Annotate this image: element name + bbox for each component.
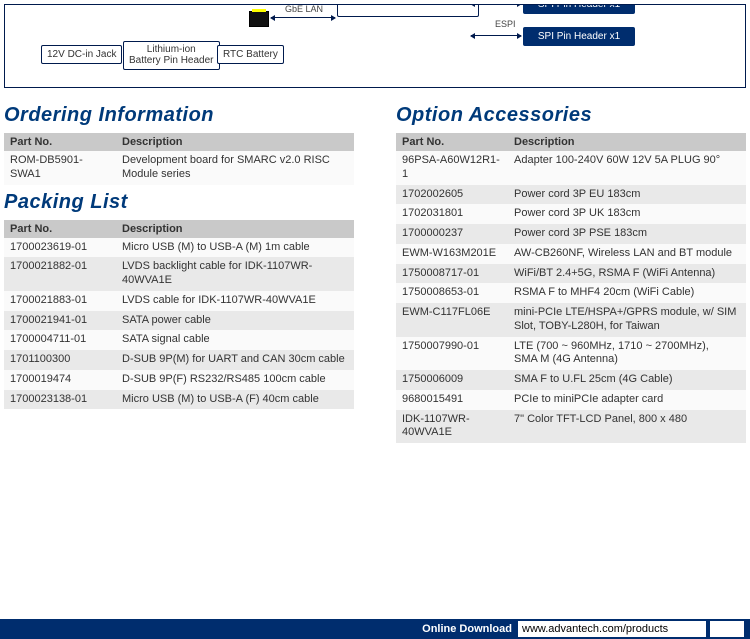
cell-part: 1702031801 [396,204,508,224]
cell-desc: SMA F to U.FL 25cm (4G Cable) [508,370,746,390]
table-row: 1750008717-01WiFi/BT 2.4+5G, RSMA F (WiF… [396,264,746,284]
cell-part: 1750007990-01 [396,337,508,371]
col-description: Description [116,220,354,238]
block-diagram-fragment: SPI Pin Header x1 SPI Pin Header x1 ESPI… [4,4,746,88]
option-accessories-table: Part No. Description 96PSA-A60W12R1-1Ada… [396,133,746,443]
diagram-12v-jack: 12V DC-in Jack [41,45,122,64]
cell-part: 1700023619-01 [4,238,116,258]
cell-desc: D-SUB 9P(M) for UART and CAN 30cm cable [116,350,354,370]
table-row: 1702031801Power cord 3P UK 183cm [396,204,746,224]
cell-desc: SATA signal cable [116,330,354,350]
cell-desc: RSMA F to MHF4 20cm (WiFi Cable) [508,283,746,303]
col-part-no: Part No. [4,133,116,151]
table-row: 9680015491PCIe to miniPCIe adapter card [396,390,746,410]
cell-part: 1750008717-01 [396,264,508,284]
ordering-info-table: Part No. Description ROM-DB5901-SWA1 Dev… [4,133,354,185]
col-description: Description [116,133,354,151]
table-row: 1700021883-01LVDS cable for IDK-1107WR-4… [4,291,354,311]
table-row: 1700023619-01Micro USB (M) to USB-A (M) … [4,238,354,258]
cell-desc: Micro USB (M) to USB-A (M) 1m cable [116,238,354,258]
cell-part: 96PSA-A60W12R1-1 [396,151,508,185]
table-header-row: Part No. Description [396,133,746,151]
cell-desc: Power cord 3P PSE 183cm [508,224,746,244]
cell-part: 1700021882-01 [4,257,116,291]
cell-desc: Power cord 3P UK 183cm [508,204,746,224]
cell-desc: SATA power cable [116,311,354,331]
cell-desc: Power cord 3P EU 183cm [508,185,746,205]
diagram-gbe-label: GbE LAN [285,4,323,14]
diagram-rtc-battery: RTC Battery [217,45,284,64]
cell-part: EWM-C117FL06E [396,303,508,337]
table-row: 1700004711-01SATA signal cable [4,330,354,350]
online-download-url[interactable]: www.advantech.com/products [518,621,706,637]
cell-part: 1700023138-01 [4,390,116,410]
packing-list-table: Part No. Description 1700023619-01Micro … [4,220,354,410]
diagram-espi-label: ESPI [495,19,516,29]
footer-spacer [710,621,744,637]
footer-download-bar: Online Download www.advantech.com/produc… [0,619,750,639]
table-row: IDK-1107WR-40WVA1E7" Color TFT-LCD Panel… [396,410,746,444]
diagram-lion-header: Lithium-ion Battery Pin Header [123,41,220,70]
cell-part: 1700019474 [4,370,116,390]
table-row: 1700019474D-SUB 9P(F) RS232/RS485 100cm … [4,370,354,390]
table-row: 96PSA-A60W12R1-1Adapter 100-240V 60W 12V… [396,151,746,185]
cell-desc: mini-PCIe LTE/HSPA+/GPRS module, w/ SIM … [508,303,746,337]
cell-desc: AW-CB260NF, Wireless LAN and BT module [508,244,746,264]
cell-part: IDK-1107WR-40WVA1E [396,410,508,444]
cell-desc: 7" Color TFT-LCD Panel, 800 x 480 [508,410,746,444]
option-accessories-heading: Option Accessories [396,104,746,127]
cell-desc: Development board for SMARC v2.0 RISC Mo… [116,151,354,185]
cell-desc: LVDS cable for IDK-1107WR-40WVA1E [116,291,354,311]
cell-desc: Adapter 100-240V 60W 12V 5A PLUG 90° [508,151,746,185]
col-part-no: Part No. [396,133,508,151]
cell-part: ROM-DB5901-SWA1 [4,151,116,185]
table-row: 1700021882-01LVDS backlight cable for ID… [4,257,354,291]
cell-part: 1700000237 [396,224,508,244]
cell-part: 1702002605 [396,185,508,205]
table-row: EWM-W163M201EAW-CB260NF, Wireless LAN an… [396,244,746,264]
cell-part: 1700004711-01 [4,330,116,350]
cell-desc: WiFi/BT 2.4+5G, RSMA F (WiFi Antenna) [508,264,746,284]
cell-desc: Micro USB (M) to USB-A (F) 40cm cable [116,390,354,410]
table-row: 1700000237Power cord 3P PSE 183cm [396,224,746,244]
table-row: 1750007990-01LTE (700 ~ 960MHz, 1710 ~ 2… [396,337,746,371]
table-header-row: Part No. Description [4,220,354,238]
cell-part: 1700021883-01 [4,291,116,311]
diagram-spi-header-2: SPI Pin Header x1 [523,27,635,46]
diagram-cpu-box [337,4,479,17]
ordering-info-heading: Ordering Information [4,104,354,127]
col-part-no: Part No. [4,220,116,238]
cell-part: 1700021941-01 [4,311,116,331]
table-row: 1750006009SMA F to U.FL 25cm (4G Cable) [396,370,746,390]
packing-list-heading: Packing List [4,191,354,214]
cell-part: 1701100300 [4,350,116,370]
table-row: 1700021941-01SATA power cable [4,311,354,331]
table-row: 1701100300D-SUB 9P(M) for UART and CAN 3… [4,350,354,370]
cell-part: 1750006009 [396,370,508,390]
cell-part: 9680015491 [396,390,508,410]
cell-desc: LVDS backlight cable for IDK-1107WR-40WV… [116,257,354,291]
table-row: 1702002605Power cord 3P EU 183cm [396,185,746,205]
table-header-row: Part No. Description [4,133,354,151]
cell-desc: D-SUB 9P(F) RS232/RS485 100cm cable [116,370,354,390]
online-download-label: Online Download [422,623,512,635]
table-row: 1750008653-01RSMA F to MHF4 20cm (WiFi C… [396,283,746,303]
cell-part: EWM-W163M201E [396,244,508,264]
col-description: Description [508,133,746,151]
table-row: ROM-DB5901-SWA1 Development board for SM… [4,151,354,185]
cell-part: 1750008653-01 [396,283,508,303]
cell-desc: LTE (700 ~ 960MHz, 1710 ~ 2700MHz), SMA … [508,337,746,371]
diagram-spi-header-1: SPI Pin Header x1 [523,4,635,14]
rj45-icon [249,11,269,27]
cell-desc: PCIe to miniPCIe adapter card [508,390,746,410]
table-row: 1700023138-01Micro USB (M) to USB-A (F) … [4,390,354,410]
table-row: EWM-C117FL06Emini-PCIe LTE/HSPA+/GPRS mo… [396,303,746,337]
